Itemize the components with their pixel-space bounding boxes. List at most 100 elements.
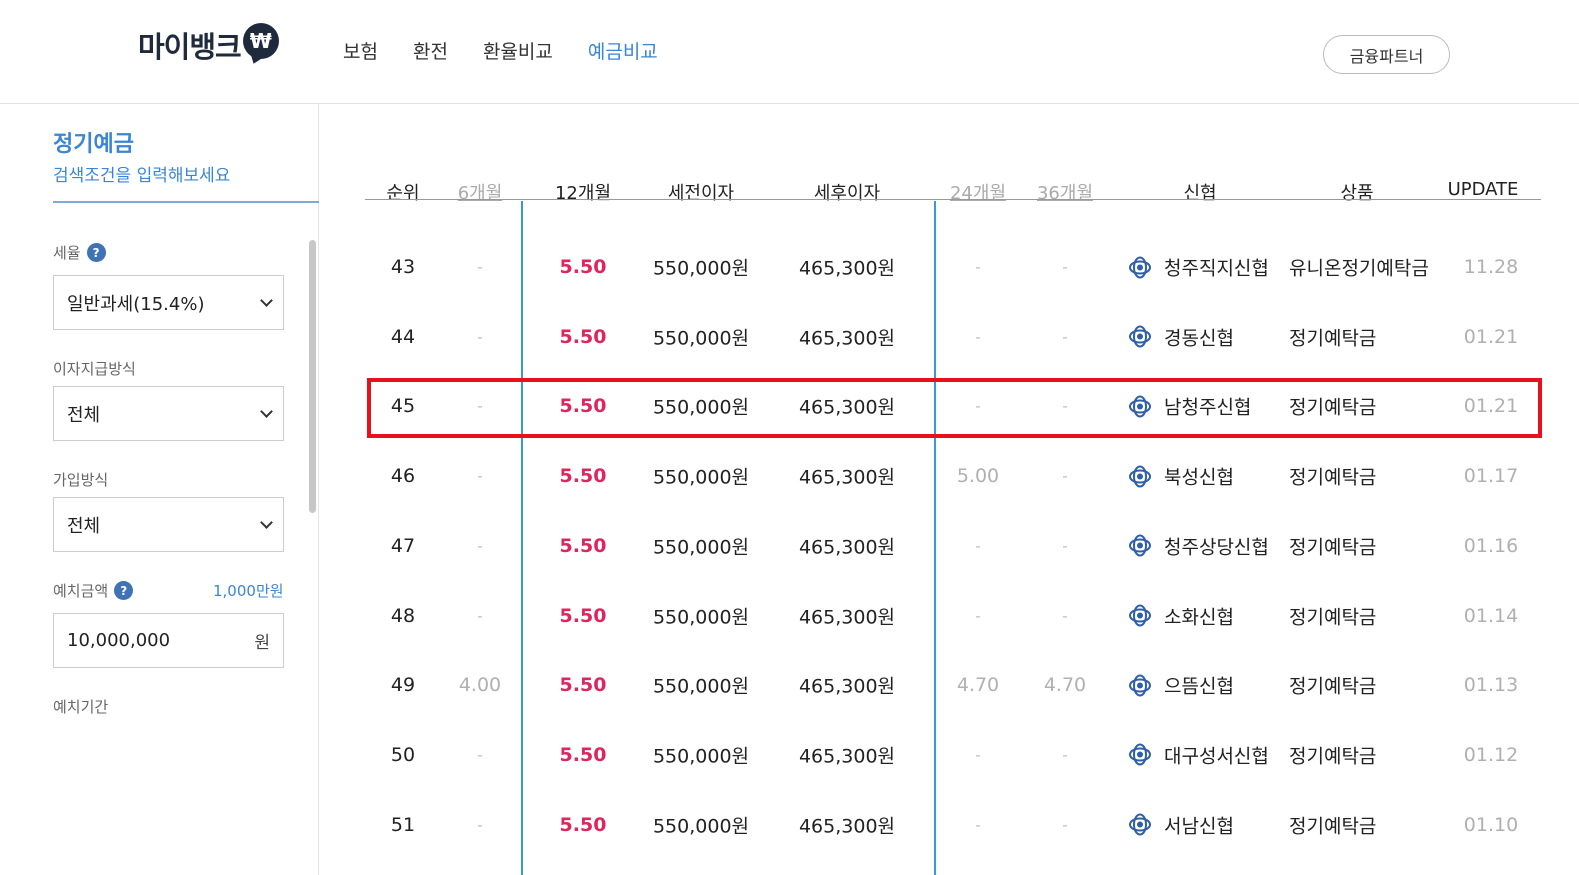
financial-partner-button[interactable]: 금융파트너	[1323, 35, 1450, 74]
amount-field[interactable]: 원	[53, 613, 284, 668]
cell-product[interactable]: 정기예탁금	[1289, 323, 1376, 350]
table-body: 43 - 5.50 550,000원 465,300원 - - 청주직지신협 유니온정기예탁금 1…	[320, 104, 1579, 875]
cell-m36: -	[1062, 536, 1068, 555]
cell-m24: -	[975, 327, 981, 346]
table-row[interactable]: 47 - 5.50 550,000원 465,300원 - - 청주상당신협 정기예탁금 01.1…	[320, 511, 1579, 581]
amount-label: 예치금액 ?	[53, 580, 134, 601]
cell-rank: 50	[390, 743, 416, 766]
cell-product[interactable]: 정기예탁금	[1289, 741, 1376, 768]
cell-m6: -	[477, 397, 483, 416]
bank-name: 대구성서신협	[1164, 745, 1269, 768]
cell-aftertax: 465,300원	[798, 675, 896, 698]
cell-aftertax: 465,300원	[798, 815, 896, 838]
amount-input[interactable]	[67, 630, 237, 651]
cell-bank[interactable]: 소화신협	[1128, 602, 1234, 629]
cell-m24: -	[975, 397, 981, 416]
period-label-text: 예치기간	[53, 698, 109, 716]
bank-name: 남청주신협	[1164, 396, 1252, 419]
cell-bank[interactable]: 대구성서신협	[1128, 741, 1269, 768]
cell-product[interactable]: 정기예탁금	[1289, 463, 1376, 490]
cell-aftertax: 465,300원	[798, 536, 896, 559]
cell-m12: 5.50	[559, 743, 607, 766]
cell-pretax: 550,000원	[652, 815, 750, 838]
search-sidebar: 정기예금 검색조건을 입력해보세요 세율 ? 일반과세(15.4%) 이자지급방…	[0, 104, 319, 875]
cell-bank[interactable]: 북성신협	[1128, 463, 1234, 490]
cell-update: 01.21	[1463, 325, 1519, 348]
cell-bank[interactable]: 청주직지신협	[1128, 254, 1269, 281]
join-method-select[interactable]: 전체	[53, 497, 284, 552]
table-row[interactable]: 51 - 5.50 550,000원 465,300원 - - 서남신협 정기예탁금 01.10	[320, 790, 1579, 860]
header-rank: 순위	[386, 183, 420, 204]
cell-bank[interactable]: 경동신협	[1128, 323, 1234, 350]
cell-update: 01.12	[1463, 743, 1519, 766]
cell-aftertax: 465,300원	[798, 327, 896, 350]
table-row[interactable]: 46 - 5.50 550,000원 465,300원 5.00 - 북성신협 정기예탁금 01.…	[320, 441, 1579, 511]
header-update: UPDATE	[1447, 179, 1519, 200]
chevron-down-icon	[260, 294, 273, 307]
bank-name: 서남신협	[1164, 815, 1234, 838]
cell-product[interactable]: 정기예탁금	[1289, 811, 1376, 838]
cell-product[interactable]: 정기예탁금	[1289, 602, 1376, 629]
cell-product[interactable]: 정기예탁금	[1289, 532, 1376, 559]
cell-bank[interactable]: 청주상당신협	[1128, 532, 1269, 559]
sidebar-subtitle: 검색조건을 입력해보세요	[53, 166, 231, 186]
cell-product[interactable]: 유니온정기예탁금	[1289, 254, 1429, 281]
amount-help-icon[interactable]: ?	[114, 581, 134, 600]
bank-name: 소화신협	[1164, 606, 1234, 628]
table-row[interactable]: 50 - 5.50 550,000원 465,300원 - - 대구성서신협 정기예탁금 01.1…	[320, 720, 1579, 790]
cell-rank: 48	[390, 604, 416, 627]
cell-bank[interactable]: 으뜸신협	[1128, 672, 1234, 699]
logo-text: 마이뱅크	[138, 30, 242, 64]
amount-note: 1,000만원	[213, 582, 284, 600]
tax-label: 세율 ?	[53, 242, 106, 263]
nav-insurance[interactable]: 보험	[343, 37, 378, 64]
cell-rank: 45	[390, 395, 416, 418]
shinhyup-logo-icon	[1128, 813, 1152, 837]
nav-exchange[interactable]: 환전	[413, 37, 448, 64]
header-12-month[interactable]: 12개월	[555, 179, 611, 205]
cell-m12: 5.50	[559, 395, 607, 418]
table-row[interactable]: 48 - 5.50 550,000원 465,300원 - - 소화신협 정기예탁금 01.14	[320, 581, 1579, 651]
header-36-month[interactable]: 36개월	[1037, 179, 1093, 205]
cell-product[interactable]: 정기예탁금	[1289, 672, 1376, 699]
cell-pretax: 550,000원	[652, 257, 750, 280]
interest-method-select[interactable]: 전체	[53, 386, 284, 441]
tax-help-icon[interactable]: ?	[86, 243, 106, 262]
cell-m12: 5.50	[559, 256, 607, 278]
cell-update: 01.14	[1463, 604, 1519, 627]
header-24-month[interactable]: 24개월	[950, 179, 1006, 205]
cell-m6: -	[477, 327, 483, 346]
bank-name: 경동신협	[1164, 327, 1234, 350]
cell-product[interactable]: 정기예탁금	[1289, 393, 1376, 420]
cell-pretax: 550,000원	[652, 327, 750, 350]
header-bank[interactable]: 신협	[1183, 179, 1216, 205]
cell-pretax: 550,000원	[652, 745, 750, 768]
table-row[interactable]: 43 - 5.50 550,000원 465,300원 - - 청주직지신협 유니온정기예탁금 1…	[320, 232, 1579, 302]
cell-m36: 4.70	[1043, 674, 1087, 697]
table-row[interactable]: 49 4.00 5.50 550,000원 465,300원 4.70 4.70 으뜸신협 정기…	[320, 650, 1579, 720]
cell-m36: -	[1062, 467, 1068, 486]
cell-bank[interactable]: 남청주신협	[1128, 393, 1251, 420]
chevron-down-icon	[260, 516, 273, 529]
amount-unit: 원	[254, 633, 270, 653]
interest-label: 이자지급방식	[53, 358, 136, 379]
sidebar-title: 정기예금	[53, 132, 134, 157]
table-row[interactable]: 44 - 5.50 550,000원 465,300원 - - 경동신협 정기예탁금 01.21	[320, 302, 1579, 372]
cell-rank: 46	[390, 465, 416, 488]
cell-bank[interactable]: 서남신협	[1128, 811, 1234, 838]
tax-select[interactable]: 일반과세(15.4%)	[53, 275, 284, 330]
top-header: 마이뱅크 ₩ 보험 환전 환율비교 예금비교 금융파트너	[0, 0, 1579, 104]
table-header: 순위 6개월 12개월 세전이자 세후이자 24개월 36개월 신협 상품 UP…	[320, 129, 1579, 204]
table-row[interactable]: 45 - 5.50 550,000원 465,300원 - - 남청주신협 정기예탁금 01.21	[320, 371, 1579, 441]
cell-m24: -	[975, 745, 981, 764]
sidebar-scrollbar[interactable]	[309, 240, 316, 513]
nav-rate-compare[interactable]: 환율비교	[483, 37, 553, 64]
cell-pretax: 550,000원	[652, 466, 750, 489]
bank-name: 으뜸신협	[1164, 675, 1234, 698]
logo[interactable]: 마이뱅크 ₩	[138, 23, 279, 66]
cell-m36: -	[1062, 327, 1068, 346]
shinhyup-logo-icon	[1128, 534, 1152, 558]
header-6-month[interactable]: 6개월	[458, 179, 503, 205]
nav-deposit-compare[interactable]: 예금비교	[588, 37, 658, 64]
interest-label-text: 이자지급방식	[53, 360, 136, 378]
